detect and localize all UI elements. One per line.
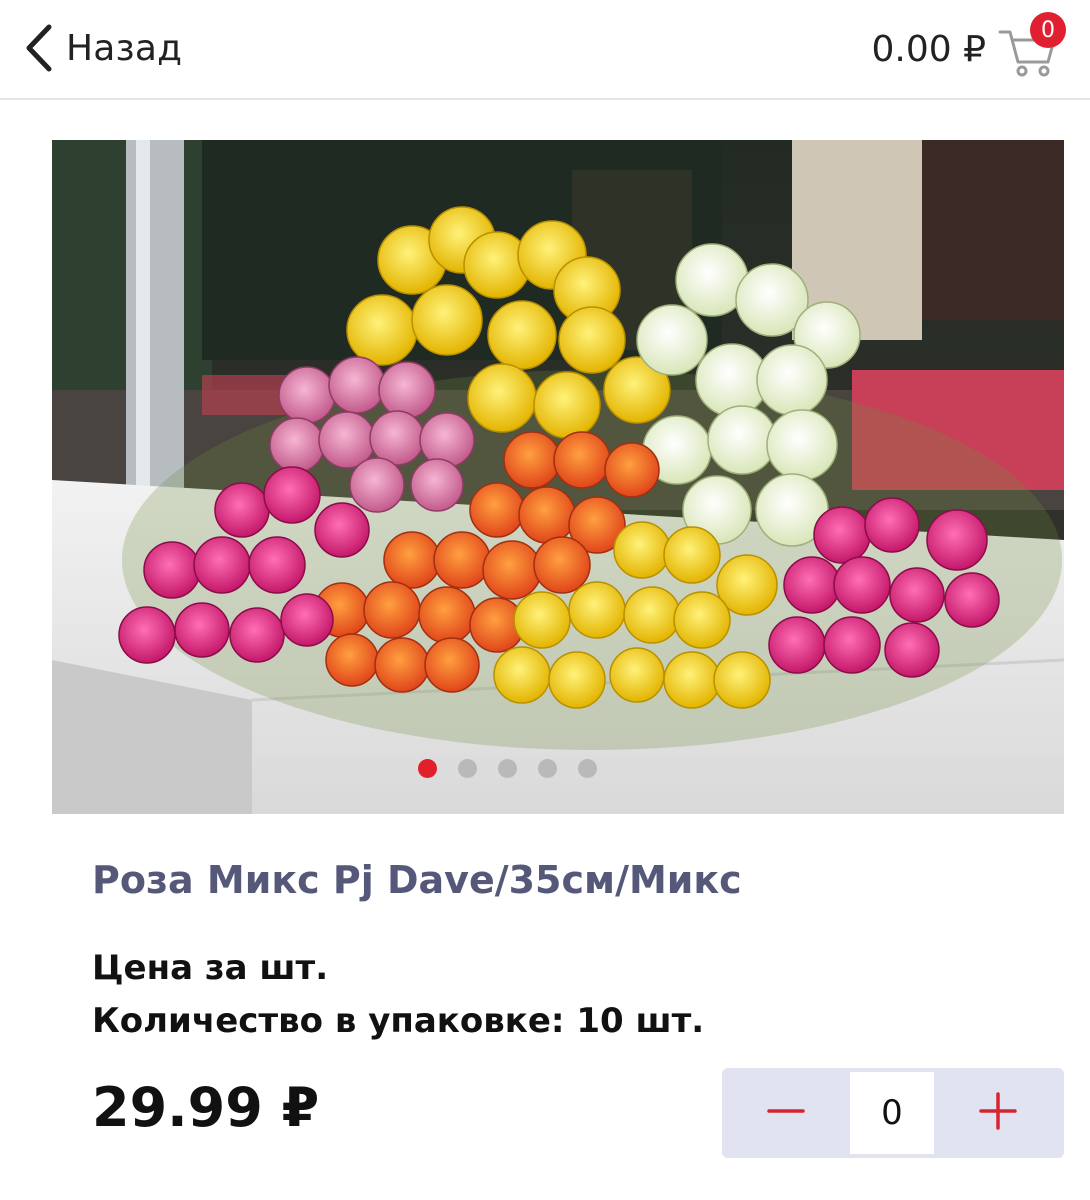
- carousel-dots: [52, 759, 1013, 778]
- product-image-carousel[interactable]: [52, 140, 1064, 814]
- increase-button[interactable]: [934, 1068, 1062, 1158]
- back-button[interactable]: Назад: [22, 18, 182, 78]
- cart-summary: 0.00 ₽ 0: [871, 6, 1066, 92]
- quantity-stepper: [722, 1068, 1064, 1158]
- quantity-input[interactable]: [850, 1072, 934, 1154]
- product-meta: Цена за шт. Количество в упаковке: 10 шт…: [92, 942, 704, 1048]
- cart-total: 0.00 ₽: [871, 28, 986, 70]
- pack-info: Количество в упаковке: 10 шт.: [92, 1001, 705, 1041]
- cart-icon: [998, 30, 1060, 84]
- plus-icon: [978, 1091, 1018, 1135]
- carousel-dot[interactable]: [497, 759, 517, 778]
- minus-icon: [766, 1091, 806, 1135]
- cart-count-badge: 0: [1030, 12, 1066, 48]
- carousel-dot[interactable]: [577, 759, 597, 778]
- decrease-button[interactable]: [722, 1068, 850, 1158]
- product-title: Роза Микс Pj Dave/35см/Микс: [92, 858, 742, 902]
- carousel-dot[interactable]: [457, 759, 477, 778]
- top-bar: Назад 0.00 ₽ 0: [0, 0, 1090, 100]
- product-price: 29.99 ₽: [92, 1076, 320, 1139]
- back-label: Назад: [66, 27, 183, 69]
- carousel-dot[interactable]: [417, 759, 437, 778]
- chevron-left-icon: [22, 23, 56, 73]
- cart-button[interactable]: 0: [998, 12, 1066, 80]
- price-note: Цена за шт.: [92, 948, 329, 988]
- carousel-dot[interactable]: [537, 759, 557, 778]
- flower-bouquet-photo-icon: [52, 140, 1064, 814]
